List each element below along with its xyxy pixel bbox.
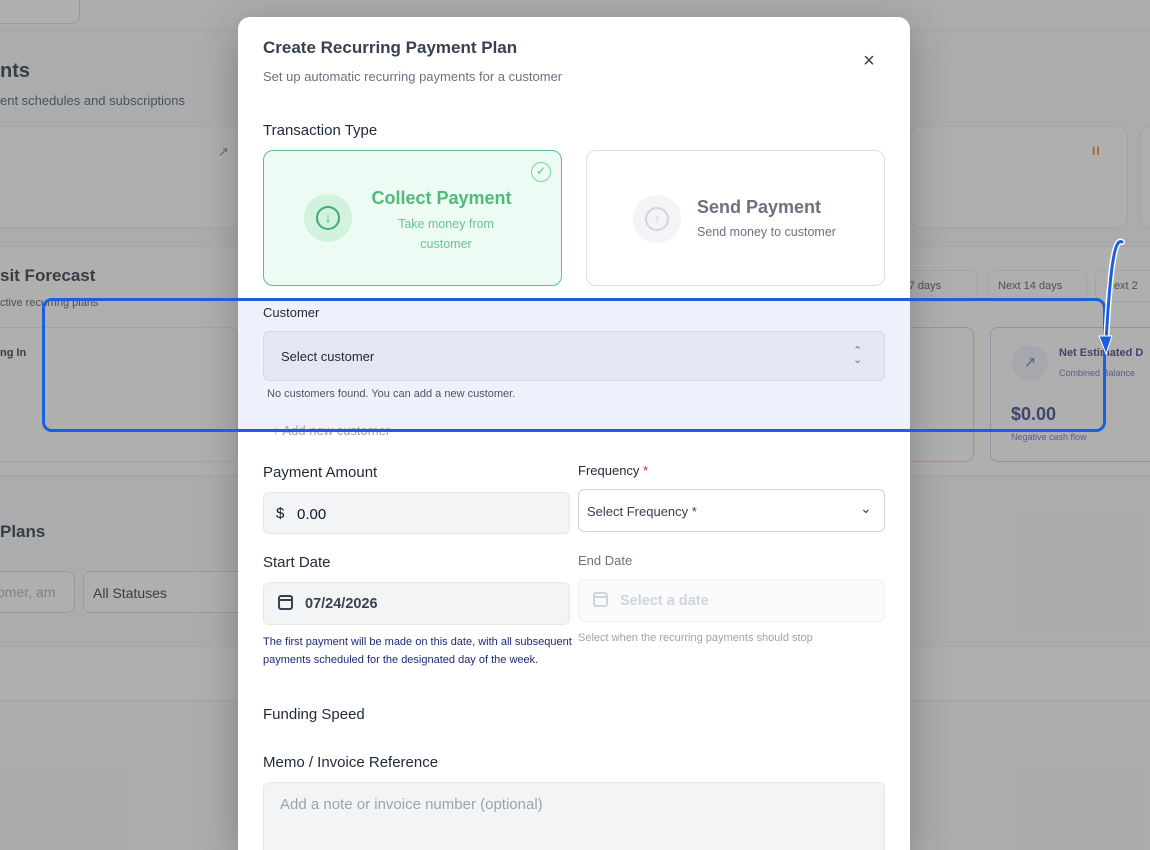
modal-subtitle: Set up automatic recurring payments for … [263,69,563,84]
start-date-label: Start Date [263,554,331,571]
frequency-select[interactable]: Select Frequency * ⌄ [578,489,885,532]
start-date-value: 07/24/2026 [305,596,378,612]
payment-amount-value: 0.00 [297,506,327,523]
start-date-input[interactable]: 07/24/2026 [263,582,570,625]
transaction-type-label: Transaction Type [263,122,378,139]
arrow-up-circle-icon: ↑ [633,195,681,243]
frequency-select-value: Select Frequency * [587,504,697,519]
customer-label: Customer [263,305,320,320]
close-icon[interactable]: × [856,48,882,74]
create-plan-modal: Create Recurring Payment Plan Set up aut… [238,17,910,850]
start-date-help: The first payment will be made on this d… [263,636,572,666]
send-payment-title: Send Payment [697,197,822,217]
check-circle-icon: ✓ [531,162,551,182]
currency-symbol: $ [276,505,285,522]
arrow-down-circle-icon: ↓ [304,194,352,242]
end-date-input[interactable]: Select a date [578,579,885,622]
funding-speed-label: Funding Speed [263,706,365,723]
modal-title: Create Recurring Payment Plan [263,38,518,57]
end-date-placeholder: Select a date [620,593,709,609]
collect-payment-option[interactable]: ✓ ↓ Collect Payment Take money from cust… [263,150,562,286]
memo-label: Memo / Invoice Reference [263,754,439,771]
add-new-customer-link[interactable]: + Add new customer [272,423,390,438]
required-marker: * [643,463,649,478]
calendar-icon [278,595,293,610]
end-date-help: Select when the recurring payments shoul… [578,632,813,644]
memo-input[interactable] [263,782,885,850]
collect-payment-title: Collect Payment [371,188,512,208]
customer-select[interactable]: Select customer ⌃ ⌄ [263,331,885,381]
chevron-up-down-icon: ⌃ ⌄ [853,345,863,366]
payment-amount-label: Payment Amount [263,464,378,481]
end-date-label: End Date [578,553,633,568]
customer-select-value: Select customer [281,349,375,364]
send-payment-description: Send money to customer [697,225,836,239]
payment-amount-input[interactable]: $ 0.00 [263,492,570,534]
frequency-label-text: Frequency [578,463,640,478]
collect-payment-description: Take money from customer [398,217,494,251]
customer-empty-note: No customers found. You can add a new cu… [267,388,516,400]
chevron-down-icon: ⌄ [860,500,872,516]
calendar-icon [593,592,608,607]
frequency-label: Frequency * [578,463,648,478]
send-payment-option[interactable]: ↑ Send Payment Send money to customer [586,150,885,286]
